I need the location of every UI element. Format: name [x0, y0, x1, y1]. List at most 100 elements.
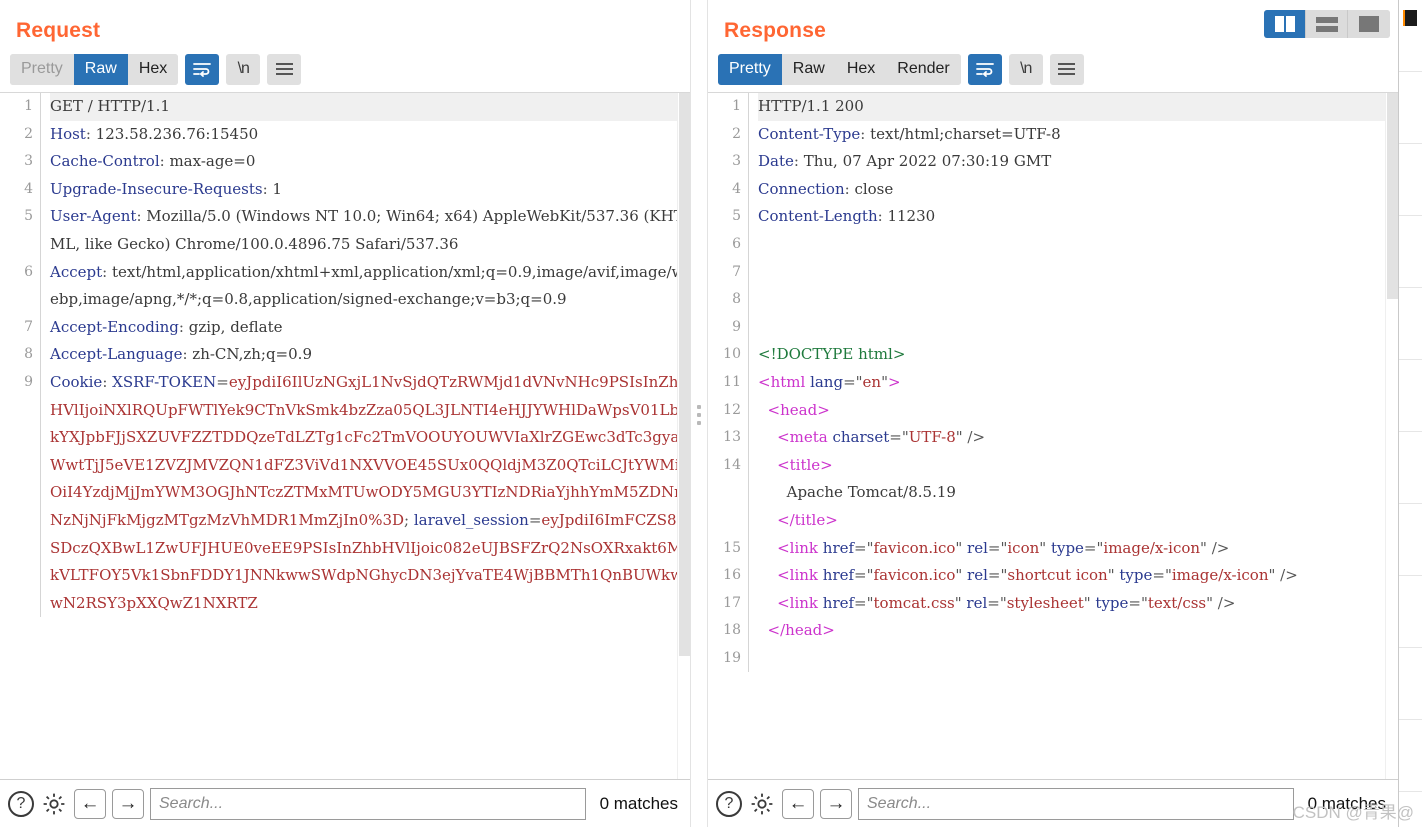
request-help-icon[interactable]: ?	[8, 790, 34, 817]
response-token: " />	[1200, 538, 1230, 557]
csdn-watermark: CSDN @青果@	[1292, 803, 1414, 822]
response-line-number: 17	[723, 594, 741, 611]
response-token: >	[888, 372, 901, 391]
request-tab-pretty[interactable]: Pretty	[10, 53, 74, 85]
response-line	[758, 231, 1398, 259]
response-gear-icon[interactable]	[748, 790, 776, 818]
response-next-match-button[interactable]: →	[820, 788, 852, 819]
response-line	[758, 645, 1398, 673]
request-scrollbar[interactable]	[677, 93, 690, 779]
request-gear-icon[interactable]	[40, 790, 68, 818]
request-scrollbar-thumb[interactable]	[679, 93, 690, 656]
request-line-number: .	[0, 590, 33, 618]
request-token: laravel_session	[413, 510, 529, 529]
response-tab-render[interactable]: Render	[886, 53, 961, 85]
layout-side-by-side-button[interactable]	[1264, 10, 1306, 38]
request-prev-match-button[interactable]: ←	[74, 788, 106, 819]
response-token: href	[822, 593, 855, 612]
pane-splitter[interactable]	[690, 0, 708, 827]
request-line-number: .	[0, 479, 33, 507]
request-search-input[interactable]	[150, 787, 586, 820]
request-tab-raw[interactable]: Raw	[73, 53, 128, 85]
right-rail-rows	[1399, 0, 1422, 827]
request-line-number: 2	[24, 125, 33, 142]
response-token: </head>	[767, 621, 835, 640]
request-next-match-button[interactable]: →	[112, 788, 144, 819]
request-token: zh-CN,zh;q=0.9	[192, 345, 312, 364]
response-token: " />	[955, 428, 986, 447]
response-token: <!DOCTYPE html>	[758, 345, 906, 364]
response-tab-pretty[interactable]: Pretty	[718, 53, 782, 85]
request-line: Accept: text/html,application/xhtml+xml,…	[50, 259, 690, 314]
request-token: Upgrade-Insecure-Requests	[50, 179, 263, 198]
response-token: "	[1083, 593, 1096, 612]
request-token: ;	[404, 510, 414, 529]
response-token: "	[881, 372, 888, 391]
response-token: :	[877, 207, 888, 226]
response-token: :	[860, 124, 871, 143]
hamburger-menu-icon	[275, 63, 293, 75]
request-word-wrap-icon[interactable]	[185, 53, 220, 85]
response-line	[758, 314, 1398, 342]
response-tabgroup: Pretty Raw Hex Render	[718, 53, 961, 85]
request-line: GET / HTTP/1.1	[50, 93, 690, 121]
response-word-wrap-icon[interactable]	[967, 53, 1002, 85]
request-token: Accept	[50, 262, 103, 281]
response-line: <html lang="en">	[758, 369, 1398, 397]
http-message-viewer: Request Pretty Raw Hex \n 1 2 3 4 5 6 7 …	[0, 0, 1422, 827]
response-token: <link	[777, 538, 818, 557]
request-line-number: 1	[24, 98, 33, 114]
response-prev-match-button[interactable]: ←	[782, 788, 814, 819]
request-token: gzip, deflate	[188, 317, 283, 336]
request-pane: Request Pretty Raw Hex \n 1 2 3 4 5 6 7 …	[0, 0, 690, 827]
response-token: "	[1107, 566, 1120, 585]
response-line-number: 2	[732, 125, 741, 142]
response-line: <link href="favicon.ico" rel="shortcut i…	[758, 562, 1398, 590]
response-tab-hex[interactable]: Hex	[835, 53, 887, 85]
response-token: UTF-8	[908, 428, 956, 447]
request-line: Accept-Encoding: gzip, deflate	[50, 314, 690, 342]
stacked-view-icon	[1315, 16, 1338, 32]
request-newline-label: \n	[237, 60, 250, 77]
response-scrollbar[interactable]	[1385, 93, 1398, 779]
response-pane: Response Pretty Raw Hex Render \n 1 2 3 …	[708, 0, 1398, 827]
response-token: image/x-icon	[1103, 538, 1201, 557]
layout-single-button[interactable]	[1348, 10, 1390, 38]
request-code-area[interactable]: 1 2 3 4 5. 6. 7 8 9........ GET / HTTP/1.1 Host: …	[0, 92, 690, 779]
response-line-number: 18	[723, 622, 741, 639]
response-line-number: 19	[723, 649, 741, 666]
response-line: HTTP/1.1 200	[758, 93, 1398, 121]
response-code: 1234567891011121314..1516171819 HTTP/1.1…	[708, 93, 1398, 673]
request-token: GET / HTTP/1.1	[50, 97, 170, 115]
response-token	[758, 566, 777, 584]
response-token	[758, 539, 777, 557]
response-token: en	[862, 372, 882, 391]
response-line-number: 13	[723, 429, 741, 446]
response-tab-raw[interactable]: Raw	[781, 53, 836, 85]
response-token: ="	[854, 566, 874, 585]
request-message-text[interactable]: GET / HTTP/1.1 Host: 123.58.236.76:15450 C…	[40, 93, 690, 618]
request-token: Cache-Control	[50, 152, 160, 171]
response-help-icon[interactable]: ?	[716, 790, 742, 817]
response-token: text/html;charset=UTF-8	[870, 124, 1061, 143]
response-code-area[interactable]: 1234567891011121314..1516171819 HTTP/1.1…	[708, 92, 1398, 779]
layout-stacked-button[interactable]	[1306, 10, 1348, 38]
request-token: text/html,application/xhtml+xml,applicat…	[50, 262, 685, 309]
request-tab-hex[interactable]: Hex	[127, 53, 179, 85]
request-menu-icon[interactable]	[267, 53, 302, 85]
response-token: "	[1039, 538, 1051, 557]
response-line: Content-Length: 11230	[758, 203, 1398, 231]
response-newline-button[interactable]: \n	[1008, 53, 1043, 85]
request-line-number: .	[0, 286, 33, 314]
response-message-text[interactable]: HTTP/1.1 200 Content-Type: text/html;char…	[748, 93, 1398, 673]
response-search-input[interactable]	[858, 787, 1294, 820]
response-menu-icon[interactable]	[1049, 53, 1084, 85]
response-scrollbar-thumb[interactable]	[1387, 93, 1398, 299]
response-token: type	[1095, 593, 1129, 612]
response-token: close	[854, 179, 894, 198]
right-rail-row	[1399, 360, 1422, 432]
response-line-number: .	[708, 479, 741, 507]
response-token: rel	[967, 538, 988, 557]
request-token: Mozilla/5.0 (Windows NT 10.0; Win64; x64…	[50, 207, 684, 253]
request-newline-button[interactable]: \n	[226, 53, 261, 85]
